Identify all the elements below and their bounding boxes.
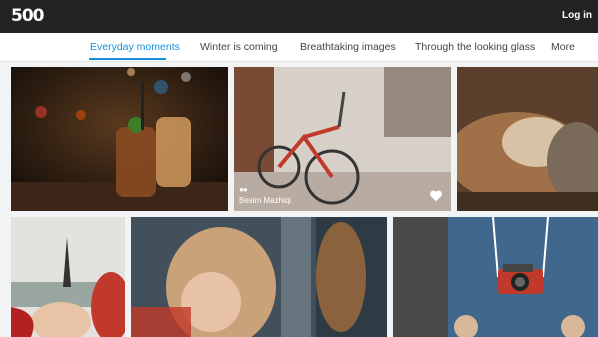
tab-through-the-looking-glass[interactable]: Through the looking glass [415, 41, 535, 53]
tab-everyday-moments[interactable]: Everyday moments [90, 41, 180, 53]
tab-breathtaking-images[interactable]: Breathtaking images [300, 41, 396, 53]
photo-author[interactable]: Besim Mazhiqi [239, 196, 291, 205]
photo-bicycle[interactable]: ●● Besim Mazhiqi [234, 67, 451, 211]
tab-more[interactable]: More [551, 41, 575, 53]
photo-eiffel-tower[interactable] [11, 217, 125, 337]
photo-drinks[interactable] [11, 67, 228, 211]
tab-winter-is-coming[interactable]: Winter is coming [200, 41, 278, 53]
active-tab-indicator [89, 58, 166, 60]
bicycle-image [234, 67, 451, 211]
eiffel-image [11, 217, 125, 337]
login-link[interactable]: Log in [562, 10, 592, 21]
top-bar: 500 Log in [0, 0, 598, 33]
dog-cat-image [457, 67, 598, 211]
photo-dog-and-cat[interactable] [457, 67, 598, 211]
girl-window-image [131, 217, 387, 337]
photo-camera[interactable] [393, 217, 598, 337]
drinks-image [11, 67, 228, 211]
photo-girl-window[interactable] [131, 217, 387, 337]
500px-logo[interactable]: 500 [11, 6, 44, 26]
heart-icon[interactable] [429, 189, 443, 203]
author-avatar-icon: ●● [239, 185, 248, 194]
camera-image [393, 217, 598, 337]
